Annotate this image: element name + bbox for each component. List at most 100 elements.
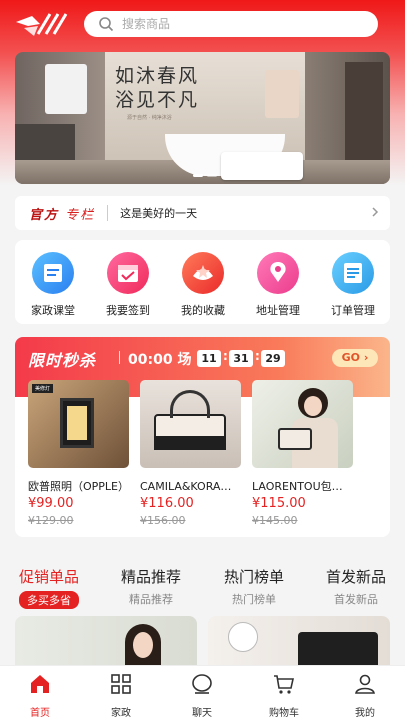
banner-slogan-line2: 浴见不凡 bbox=[115, 89, 200, 111]
banner-door bbox=[345, 62, 383, 160]
model-face bbox=[304, 396, 322, 416]
tab-subtitle: 首发新品 bbox=[334, 593, 378, 606]
location-icon bbox=[257, 252, 299, 294]
divider bbox=[119, 351, 120, 364]
promo-banner[interactable]: 如沐春风 浴见不凡 源于自然 · 纯净沐浴 bbox=[15, 52, 390, 184]
product-name: 欧普照明（OPPLE） bbox=[28, 480, 129, 493]
grid-item-classroom[interactable]: 家政课堂 bbox=[21, 252, 85, 318]
product-name: CAMILA&KORA包包 bbox=[140, 480, 241, 493]
tabbar-label: 聊天 bbox=[192, 708, 212, 719]
product-image bbox=[252, 380, 353, 468]
grid-icon bbox=[111, 674, 131, 694]
tab-recommended[interactable]: 精品推荐 精品推荐 bbox=[106, 566, 196, 607]
tabbar-label: 首页 bbox=[30, 708, 50, 719]
banner-cabinet bbox=[15, 124, 75, 160]
tab-title: 促销单品 bbox=[18, 568, 79, 586]
feed-product-card[interactable] bbox=[208, 616, 390, 668]
countdown-minutes: 31 bbox=[229, 350, 253, 367]
flash-product-card[interactable]: LAORENTOU包包女 ¥115.00 ¥145.00 bbox=[252, 380, 353, 527]
bag-shape bbox=[278, 428, 312, 450]
tab-title: 热门榜单 bbox=[223, 568, 284, 586]
product-image: 美修灯 bbox=[28, 380, 129, 468]
product-logo bbox=[228, 622, 258, 652]
official-tag-b: 专栏 bbox=[65, 207, 96, 223]
flash-sale-go-button[interactable]: GO › bbox=[332, 349, 378, 367]
product-price: ¥116.00 bbox=[140, 496, 194, 511]
banner-dot-active[interactable] bbox=[193, 174, 203, 177]
flash-sale-title: 限时秒杀 bbox=[28, 351, 97, 370]
classroom-icon bbox=[32, 252, 74, 294]
tab-hot-list[interactable]: 热门榜单 热门榜单 bbox=[209, 566, 299, 607]
chat-icon bbox=[192, 674, 212, 694]
favorites-icon bbox=[182, 252, 224, 294]
tabbar-label: 家政 bbox=[111, 708, 131, 719]
bag-stripe bbox=[154, 436, 226, 450]
search-icon bbox=[99, 17, 114, 32]
chevron-right-icon: › bbox=[363, 351, 369, 364]
app-header bbox=[0, 0, 405, 48]
tab-promotion[interactable]: 促销单品 多买多省 bbox=[4, 566, 94, 609]
cart-icon bbox=[274, 675, 294, 694]
countdown-colon: : bbox=[255, 349, 260, 363]
official-column-text: 这是美好的一天 bbox=[120, 207, 198, 220]
grid-item-label: 地址管理 bbox=[256, 304, 300, 317]
tabbar-housekeeping[interactable]: 家政 bbox=[91, 672, 151, 719]
order-list-icon bbox=[332, 252, 374, 294]
tab-subtitle: 多买多省 bbox=[19, 591, 79, 609]
tabbar-label: 我的 bbox=[355, 708, 375, 719]
flash-sale-session: 00:00 场 bbox=[128, 352, 192, 368]
feed-product-card[interactable] bbox=[15, 616, 197, 668]
user-icon bbox=[355, 674, 375, 694]
banner-subtitle: 源于自然 · 纯净沐浴 bbox=[127, 115, 172, 121]
banner-dot[interactable] bbox=[207, 174, 217, 177]
product-original-price: ¥129.00 bbox=[28, 514, 74, 527]
countdown-seconds: 29 bbox=[261, 350, 285, 367]
grid-item-address[interactable]: 地址管理 bbox=[246, 252, 310, 318]
search-bar[interactable] bbox=[84, 11, 378, 37]
checkin-calendar-icon bbox=[107, 252, 149, 294]
countdown-colon: : bbox=[223, 349, 228, 363]
banner-slogan-line1: 如沐春风 bbox=[115, 65, 200, 87]
grid-item-favorites[interactable]: 我的收藏 bbox=[171, 252, 235, 318]
official-column-bar[interactable]: 官方 专栏 这是美好的一天 bbox=[15, 196, 390, 230]
grid-item-orders[interactable]: 订单管理 bbox=[321, 252, 385, 318]
tabbar-profile[interactable]: 我的 bbox=[335, 672, 395, 719]
brand-logo-icon bbox=[16, 13, 68, 36]
product-image bbox=[140, 380, 241, 468]
tab-title: 首发新品 bbox=[325, 568, 386, 586]
bottom-tab-bar: 首页 家政 聊天 购物车 我的 bbox=[0, 665, 405, 720]
tabbar-home[interactable]: 首页 bbox=[10, 672, 70, 719]
go-label: GO bbox=[341, 351, 360, 364]
bag-handle bbox=[170, 390, 210, 418]
chevron-right-icon bbox=[372, 207, 379, 217]
tab-subtitle: 精品推荐 bbox=[129, 593, 173, 606]
grid-item-checkin[interactable]: 我要签到 bbox=[96, 252, 160, 318]
product-name: LAORENTOU包包女 bbox=[252, 480, 353, 493]
tab-new-arrivals[interactable]: 首发新品 首发新品 bbox=[311, 566, 401, 607]
divider bbox=[107, 205, 109, 221]
home-icon bbox=[31, 675, 49, 693]
flash-sale-card: 限时秒杀 00:00 场 11 : 31 : 29 GO › 美修灯 欧普照明（… bbox=[15, 337, 390, 537]
banner-boiler-image bbox=[221, 152, 303, 180]
product-badge: 美修灯 bbox=[32, 384, 54, 393]
product-original-price: ¥156.00 bbox=[140, 514, 186, 527]
countdown-hours: 11 bbox=[197, 350, 221, 367]
banner-water-heater-image bbox=[45, 64, 87, 114]
grid-item-label: 我的收藏 bbox=[181, 304, 225, 317]
product-price: ¥115.00 bbox=[252, 496, 306, 511]
bag-shape bbox=[298, 632, 378, 668]
banner-pagination bbox=[193, 174, 217, 177]
search-input[interactable] bbox=[122, 17, 342, 31]
tabbar-chat[interactable]: 聊天 bbox=[172, 672, 232, 719]
flash-product-card[interactable]: 美修灯 欧普照明（OPPLE） ¥99.00 ¥129.00 bbox=[28, 380, 129, 527]
grid-item-label: 订单管理 bbox=[331, 304, 375, 317]
banner-water-heater-image bbox=[265, 70, 299, 118]
official-column-tag: 官方 专栏 bbox=[29, 204, 95, 223]
tabbar-cart[interactable]: 购物车 bbox=[254, 672, 314, 719]
grid-item-label: 家政课堂 bbox=[31, 304, 75, 317]
flash-product-card[interactable]: CAMILA&KORA包包 ¥116.00 ¥156.00 bbox=[140, 380, 241, 527]
banner-slogan: 如沐春风 浴见不凡 bbox=[115, 64, 225, 112]
quick-entry-grid: 家政课堂 我要签到 我的收藏 地址管理 订单管理 bbox=[15, 240, 390, 324]
official-tag-a: 官方 bbox=[29, 207, 60, 223]
grid-item-label: 我要签到 bbox=[106, 304, 150, 317]
